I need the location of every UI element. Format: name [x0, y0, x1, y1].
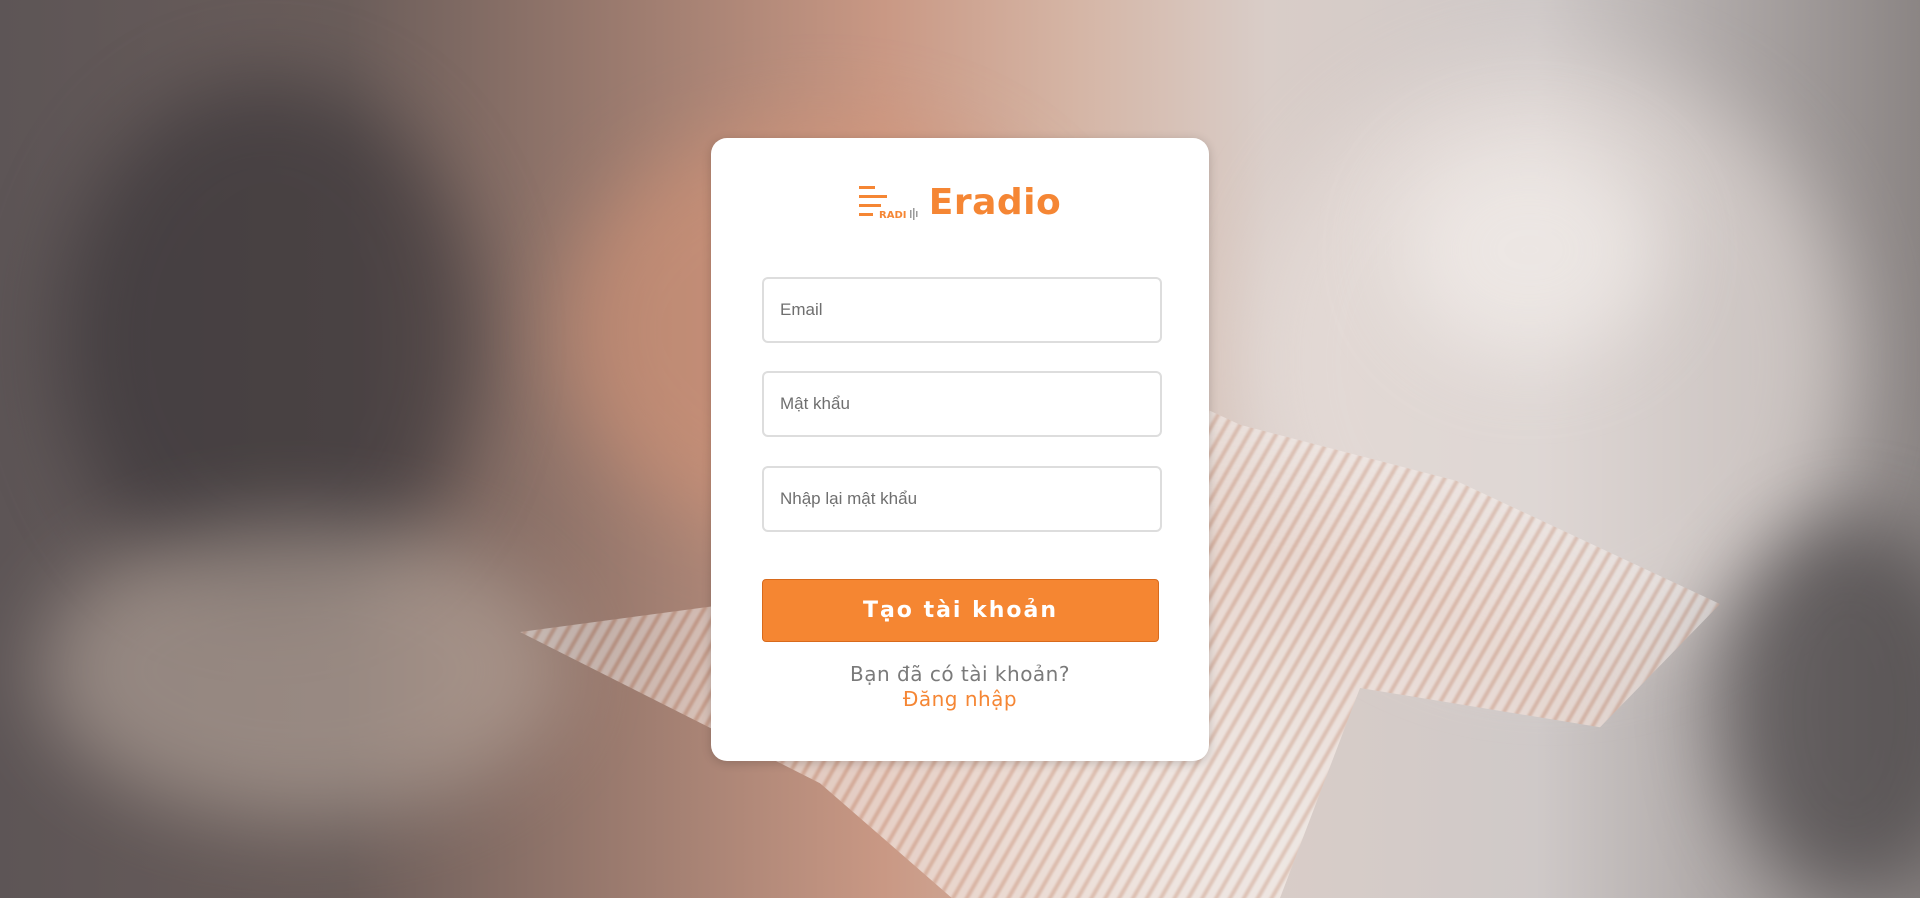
login-link[interactable]: Đăng nhập: [711, 687, 1209, 711]
email-field[interactable]: [762, 277, 1162, 343]
password-field[interactable]: [762, 371, 1162, 437]
have-account-text: Bạn đã có tài khoản?: [850, 662, 1070, 686]
brand-logo: RADI Eradio: [711, 174, 1209, 230]
radio-logo-icon: RADI: [858, 182, 921, 222]
confirm-password-field[interactable]: [762, 466, 1162, 532]
background-shape: [40, 520, 560, 820]
logo-text: RADI: [879, 210, 906, 221]
signup-card: RADI Eradio Tạo tài khoản Bạn đã có tài …: [711, 138, 1209, 761]
background-shape: [1400, 140, 1660, 360]
brand-name: Eradio: [928, 181, 1062, 223]
create-account-button[interactable]: Tạo tài khoản: [762, 579, 1159, 642]
